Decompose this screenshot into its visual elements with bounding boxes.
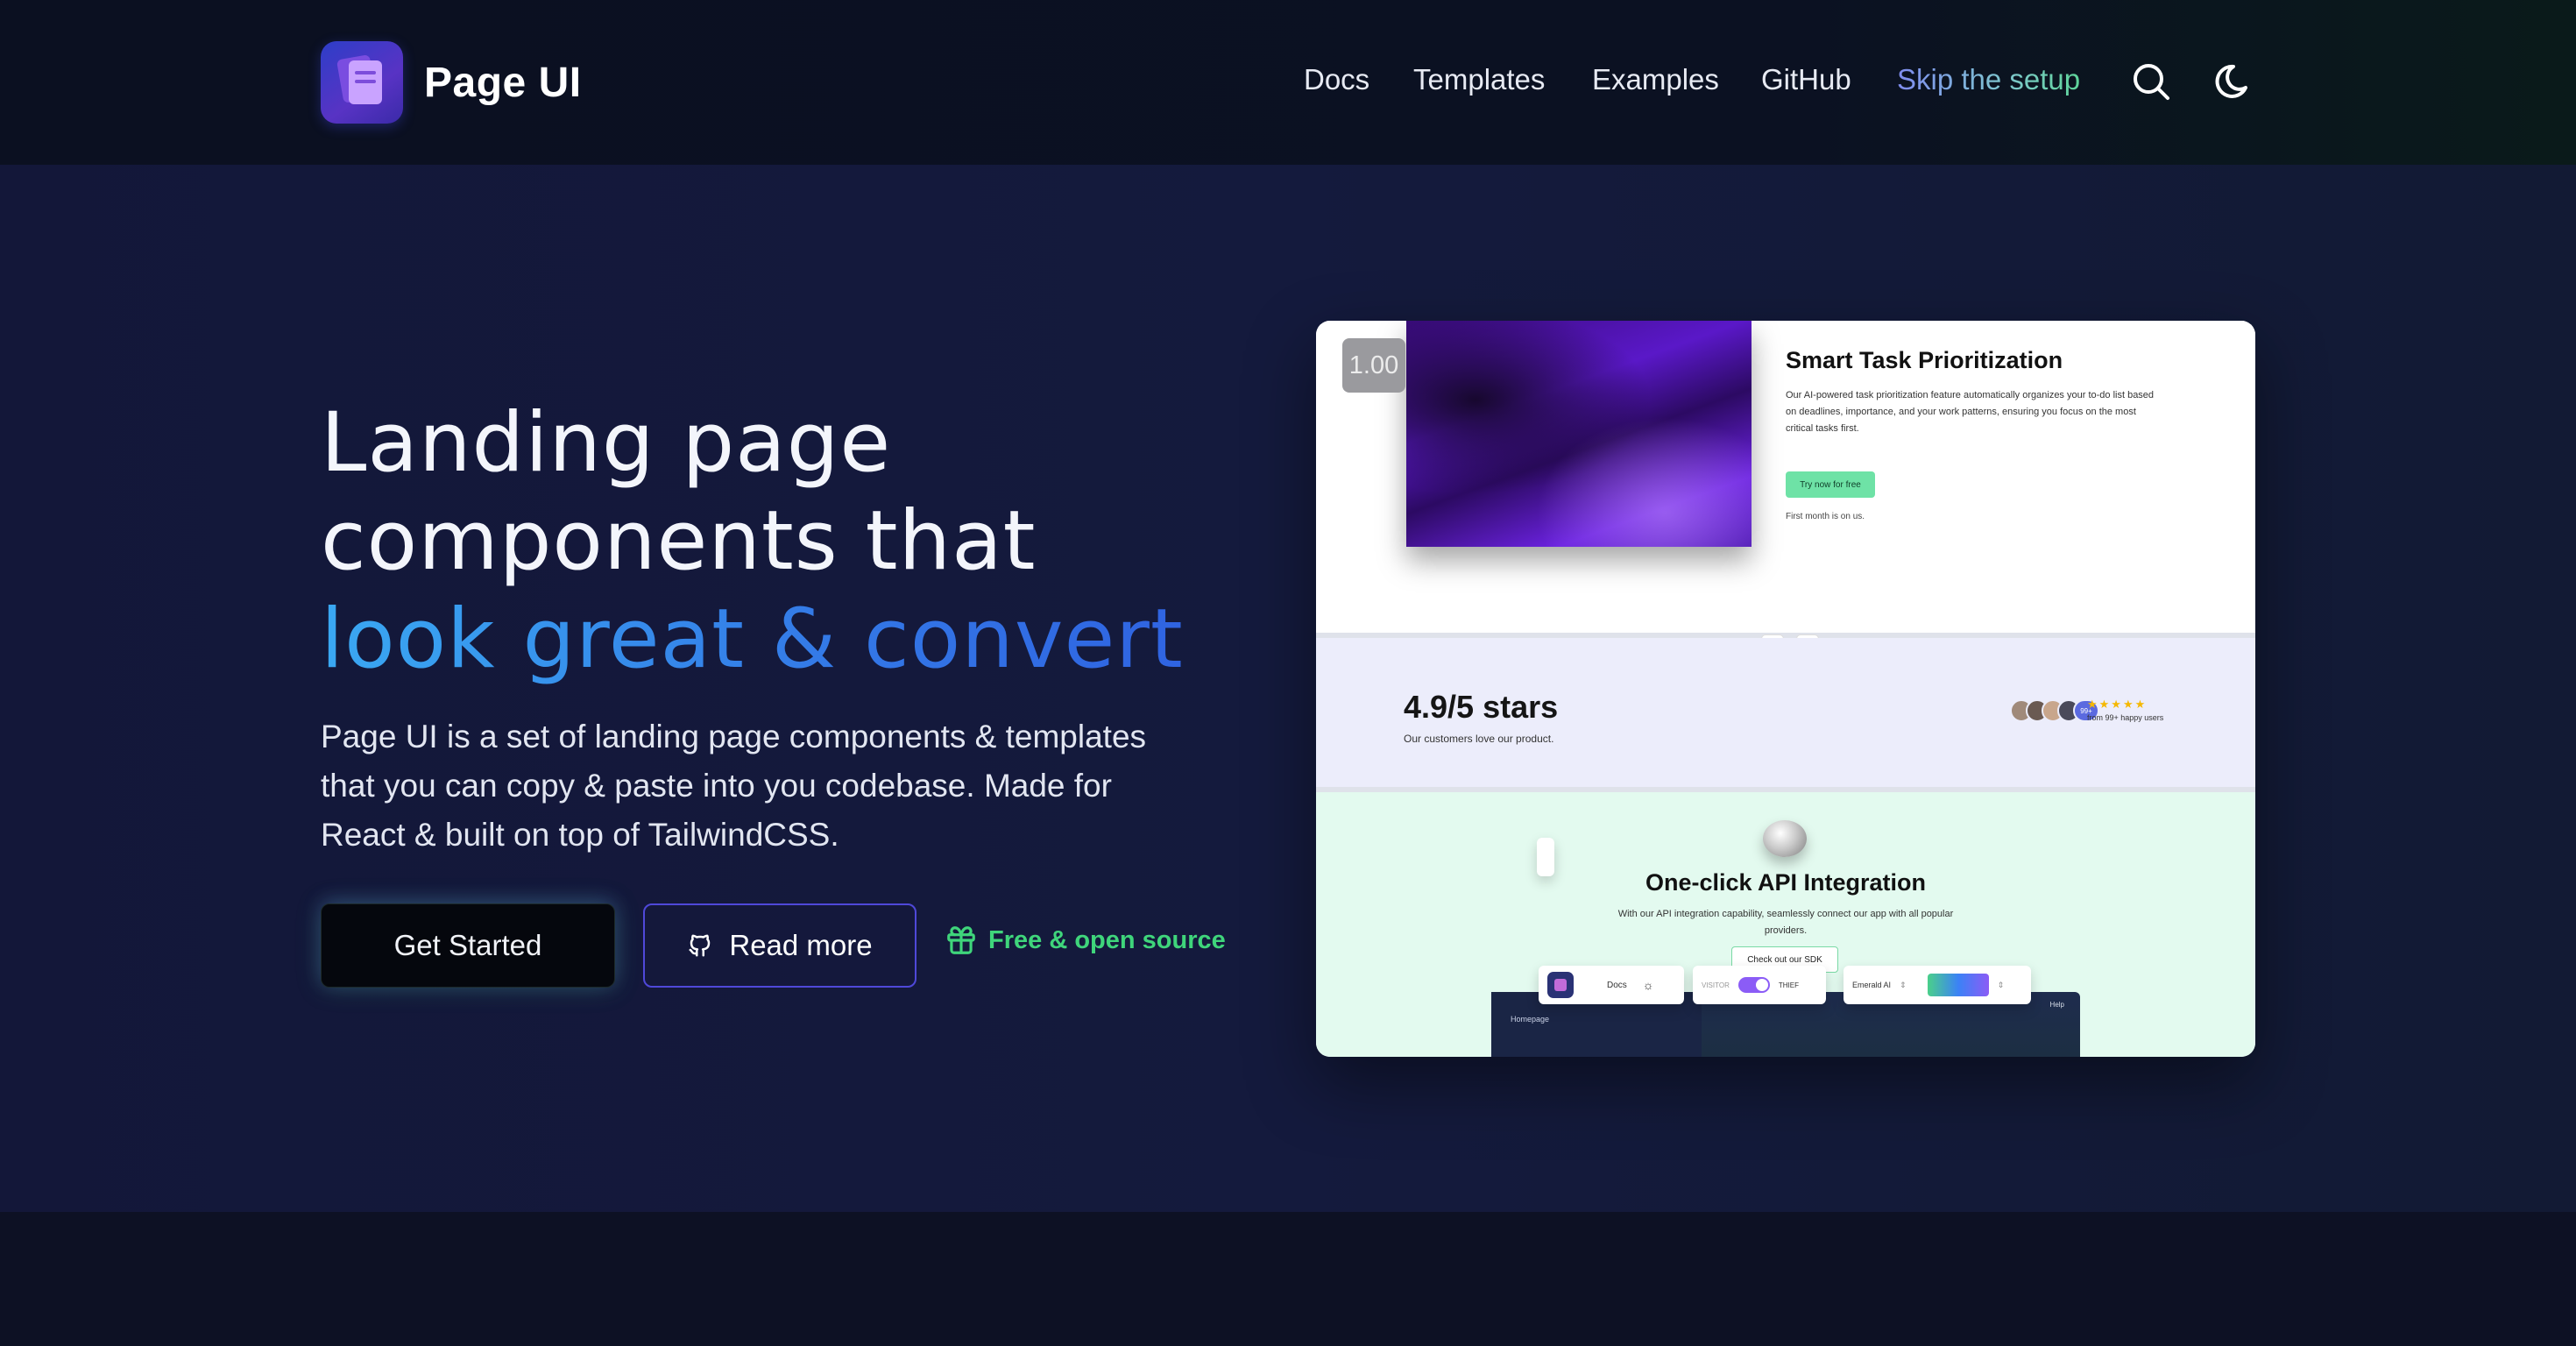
github-icon [689, 934, 711, 957]
search-icon[interactable] [2131, 61, 2171, 102]
pill-visitor-label: VISITOR [1702, 981, 1730, 989]
visitor-toggle-pill[interactable]: VISITOR THIEF [1693, 966, 1826, 1004]
hero-description: Page UI is a set of landing page compone… [321, 719, 1147, 853]
select-chevron-icon: ⇕ [1900, 980, 1907, 989]
page-bottom-band [0, 1212, 2576, 1346]
nav-examples[interactable]: Examples [1592, 63, 1719, 96]
hero-headline: Landing page components that look great … [321, 394, 1284, 689]
sun-icon: ☼ [1642, 978, 1654, 992]
rating-caption: from 99+ happy users [2087, 713, 2164, 722]
free-open-source-label: Free & open source [988, 925, 1226, 954]
nav-github[interactable]: GitHub [1761, 63, 1851, 96]
avatar-group: 99+ [2010, 699, 2099, 722]
theme-swatch [1927, 974, 1989, 996]
chrome-orb-image [1763, 820, 1807, 857]
rating-subtitle: Our customers love our product. [1404, 733, 1554, 745]
preview-integration-section: One-click API Integration With our API i… [1316, 792, 2255, 1057]
feature-note: First month is on us. [1786, 512, 1865, 521]
pill-thief-label: THIEF [1778, 981, 1799, 989]
pill-theme-label: Emerald AI [1852, 981, 1892, 989]
integration-title: One-click API Integration [1645, 869, 1927, 896]
app-logo-icon [1547, 972, 1574, 998]
docs-pill[interactable]: Docs ☼ [1539, 966, 1684, 1004]
headline-line-3: look great & convert [321, 591, 1284, 689]
mode-toggle[interactable] [1737, 977, 1770, 993]
rating-headline: 4.9/5 stars [1404, 689, 1559, 725]
nav-templates[interactable]: Templates [1413, 63, 1545, 96]
nav-skip-the-setup[interactable]: Skip the setup [1897, 63, 2080, 96]
purple-wave-image [1406, 321, 1752, 547]
nav-docs[interactable]: Docs [1304, 63, 1369, 96]
zoom-badge: 1.00 [1342, 338, 1405, 393]
headline-line-1: Landing page [321, 395, 892, 491]
read-more-label: Read more [729, 929, 873, 961]
stars-icon: ★★★★★ [2087, 698, 2148, 711]
select-chevron-icon: ⇕ [1997, 980, 2005, 989]
get-started-button[interactable]: Get Started [321, 903, 615, 988]
docs-pill [1537, 838, 1554, 876]
preview-rating-section: 4.9/5 stars Our customers love our produ… [1316, 638, 2255, 787]
top-nav: Docs Templates Examples GitHub Skip the … [0, 0, 2576, 165]
feature-title: Smart Task Prioritization [1786, 347, 2063, 373]
headline-line-2: components that [321, 493, 1037, 589]
star-rating: ★★★★★ from 99+ happy users [2087, 698, 2163, 722]
feature-description: Our AI-powered task prioritization featu… [1786, 390, 2155, 434]
integration-description: With our API integration capability, sea… [1617, 909, 1954, 936]
free-open-source-link[interactable]: Free & open source [945, 924, 1226, 957]
components-preview: 1.00 Smart Task Prioritization Our AI-po… [1316, 321, 2255, 1057]
moon-icon[interactable] [2214, 61, 2254, 102]
site-header: Page UI Docs Templates Examples GitHub S… [0, 0, 2576, 165]
app-homepage-label: Homepage [1511, 1015, 1550, 1024]
try-now-button[interactable]: Try now for free [1786, 471, 1875, 498]
read-more-button[interactable]: Read more [643, 903, 916, 988]
preview-feature-section: 1.00 Smart Task Prioritization Our AI-po… [1316, 321, 2255, 633]
get-started-label: Get Started [393, 929, 542, 961]
pill-docs-label: Docs [1607, 980, 1627, 990]
theme-select-pill[interactable]: Emerald AI ⇕ ⇕ [1844, 966, 2031, 1004]
gift-icon [947, 926, 975, 954]
app-help-label: Help [2049, 1001, 2064, 1009]
